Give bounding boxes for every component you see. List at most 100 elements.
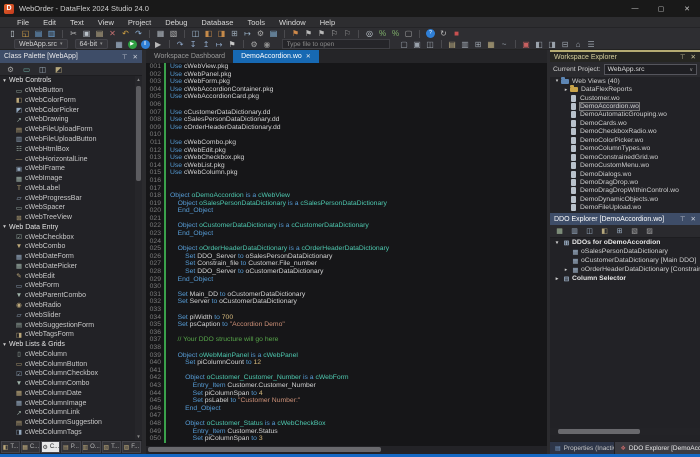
expand-icon[interactable]: ▸ bbox=[562, 87, 570, 93]
code-line[interactable]: 045 Set psLabel to "Customer Number:" bbox=[146, 397, 547, 405]
line-number[interactable]: 041 bbox=[146, 367, 164, 375]
code-line[interactable]: 009Use cOrderHeaderDataDictionary.dd bbox=[146, 124, 547, 132]
component-icon[interactable]: ▦ bbox=[487, 40, 496, 49]
line-number[interactable]: 015 bbox=[146, 169, 164, 177]
code-line[interactable]: 040 Set piColumnCount to 12 bbox=[146, 359, 547, 367]
scroll-down-icon[interactable]: ▼ bbox=[135, 433, 142, 440]
save-icon[interactable]: ▤ bbox=[34, 29, 43, 38]
editor-tab[interactable]: DemoAccordion.wo✕ bbox=[233, 50, 319, 63]
pin-icon[interactable]: ⊤ bbox=[122, 53, 128, 61]
palette-windows-icon[interactable]: ◫ bbox=[38, 65, 47, 74]
editor-tab[interactable]: Workspace Dashboard bbox=[146, 50, 233, 63]
palette-class-item[interactable]: ▤cWebColumnSuggestion bbox=[0, 418, 135, 428]
dictionary-icon[interactable]: ⊞ bbox=[474, 40, 483, 49]
line-number[interactable]: 006 bbox=[146, 101, 164, 109]
code-line[interactable]: 043 Entry_Item Customer.Customer_Number bbox=[146, 382, 547, 390]
left-dock-tab[interactable]: ◧T... bbox=[1, 441, 20, 453]
expand-icon[interactable]: ▾ bbox=[0, 78, 9, 84]
line-number[interactable]: 029 bbox=[146, 276, 164, 284]
code-line[interactable]: 001Use cWebView.pkg bbox=[146, 63, 547, 71]
line-number[interactable]: 035 bbox=[146, 321, 164, 329]
step-into-icon[interactable]: ↧ bbox=[189, 40, 198, 49]
line-number[interactable]: 045 bbox=[146, 397, 164, 405]
line-number[interactable]: 036 bbox=[146, 329, 164, 337]
line-number[interactable]: 031 bbox=[146, 291, 164, 299]
workspace-tree-item[interactable]: DemoConstrainedGrid.wo bbox=[550, 153, 700, 161]
close-icon[interactable]: ✕ bbox=[133, 53, 138, 61]
workspace-tree-item[interactable]: DemoDialogs.wo bbox=[550, 170, 700, 178]
ddo-grid-icon[interactable]: ◫ bbox=[585, 227, 594, 236]
code-editor[interactable]: Workspace DashboardDemoAccordion.wo✕ 001… bbox=[146, 50, 547, 454]
line-number[interactable]: 005 bbox=[146, 93, 164, 101]
palette-class-item[interactable]: ▦cWebDatePicker bbox=[0, 262, 135, 272]
maximize-button[interactable]: ▢ bbox=[648, 0, 674, 17]
palette-class-item[interactable]: ◩cWebColorPicker bbox=[0, 105, 135, 115]
redo-icon[interactable]: ↷ bbox=[134, 29, 143, 38]
delete-icon[interactable]: ✕ bbox=[108, 29, 117, 38]
run-icon[interactable]: ▶ bbox=[128, 40, 137, 49]
code-line[interactable]: 005Use cWebAccordionCard.pkg bbox=[146, 93, 547, 101]
breakpoint-panel-icon[interactable]: ▣ bbox=[522, 40, 531, 49]
close-icon[interactable]: ✕ bbox=[691, 53, 696, 61]
compile-icon[interactable]: ▦ bbox=[115, 40, 124, 49]
expand-icon[interactable]: ▾ bbox=[0, 342, 9, 348]
code-line[interactable]: 031 Set Main_DD to oCustomerDataDictiona… bbox=[146, 291, 547, 299]
menu-database[interactable]: Database bbox=[194, 17, 240, 28]
code-line[interactable]: 018Object oDemoAccordion is a cWebView bbox=[146, 192, 547, 200]
paste-icon[interactable]: ▤ bbox=[95, 29, 104, 38]
palette-class-item[interactable]: ▦cWebImage bbox=[0, 174, 135, 184]
line-number[interactable]: 017 bbox=[146, 185, 164, 193]
line-number[interactable]: 011 bbox=[146, 139, 164, 147]
right-dock-tab[interactable]: ❖DDO Explorer [DemoAccordi bbox=[615, 442, 700, 454]
ddo-columns-icon[interactable]: ◧ bbox=[600, 227, 609, 236]
line-number[interactable]: 037 bbox=[146, 336, 164, 344]
palette-class-item[interactable]: ◨cWebTagsForm bbox=[0, 330, 135, 340]
new-file-icon[interactable]: ▯ bbox=[8, 29, 17, 38]
line-number[interactable]: 020 bbox=[146, 207, 164, 215]
palette-class-item[interactable]: ↗cWebColumnLink bbox=[0, 408, 135, 418]
workspace-tree-item[interactable]: DemoColorPicker.wo bbox=[550, 136, 700, 144]
left-dock-tab[interactable]: ▤P... bbox=[61, 441, 80, 453]
menu-window[interactable]: Window bbox=[272, 17, 313, 28]
left-dock-tab[interactable]: ▧T... bbox=[102, 441, 121, 453]
palette-class-item[interactable]: ◨cWebColumnTags bbox=[0, 428, 135, 438]
palette-section[interactable]: ▾Web Data Entry bbox=[0, 222, 135, 232]
line-number[interactable]: 024 bbox=[146, 238, 164, 246]
code-line[interactable]: 046 End_Object bbox=[146, 405, 547, 413]
palette-class-item[interactable]: ▦cWebColumnDate bbox=[0, 389, 135, 399]
left-dock-tab[interactable]: ⚙C... bbox=[41, 441, 60, 453]
print-icon[interactable]: ▧ bbox=[169, 29, 178, 38]
record-icon[interactable]: ◉ bbox=[263, 40, 272, 49]
help-icon[interactable]: ? bbox=[426, 29, 435, 38]
output-panel-icon[interactable]: ⌂ bbox=[574, 40, 583, 49]
left-dock-tab[interactable]: ▨F... bbox=[122, 441, 141, 453]
workspace-tree-item[interactable]: DemoAccordion.wo bbox=[550, 102, 700, 110]
workspace-tree-item[interactable]: DemoDragDropWithinControl.wo bbox=[550, 187, 700, 195]
ddo-settings-icon[interactable]: ▨ bbox=[645, 227, 654, 236]
scrollbar-thumb[interactable] bbox=[148, 447, 381, 452]
code-line[interactable]: 011Use cWebCombo.pkg bbox=[146, 139, 547, 147]
flag-icon[interactable]: ⚐ bbox=[343, 29, 352, 38]
debug-settings-icon[interactable]: ⚙ bbox=[250, 40, 259, 49]
line-number[interactable]: 013 bbox=[146, 154, 164, 162]
selection-icon[interactable]: ▦ bbox=[156, 29, 165, 38]
breakpoint-icon[interactable]: ⚑ bbox=[228, 40, 237, 49]
line-number[interactable]: 010 bbox=[146, 131, 164, 139]
palette-settings-icon[interactable]: ⚙ bbox=[6, 65, 15, 74]
ddo-horizontal-scrollbar[interactable] bbox=[550, 428, 700, 435]
menu-edit[interactable]: Edit bbox=[36, 17, 63, 28]
arch-dropdown[interactable]: 64-bit ▾ bbox=[75, 39, 108, 49]
line-number[interactable]: 040 bbox=[146, 359, 164, 367]
code-area[interactable]: 001Use cWebView.pkg002Use cWebPanel.pkg0… bbox=[146, 63, 547, 446]
debug-pause-icon[interactable]: ‖ bbox=[141, 40, 150, 49]
code-line[interactable]: 004Use cWebAccordionContainer.pkg bbox=[146, 86, 547, 94]
scrollbar-thumb[interactable] bbox=[136, 86, 141, 181]
palette-class-item[interactable]: ⊞cWebTreeView bbox=[0, 213, 135, 223]
code-line[interactable]: 013Use cWebCheckbox.pkg bbox=[146, 154, 547, 162]
palette-class-item[interactable]: ▣cWebIFrame bbox=[0, 164, 135, 174]
stack-icon[interactable]: ⊟ bbox=[561, 40, 570, 49]
line-number[interactable]: 042 bbox=[146, 374, 164, 382]
menu-view[interactable]: View bbox=[91, 17, 121, 28]
line-number[interactable]: 044 bbox=[146, 390, 164, 398]
line-number[interactable]: 026 bbox=[146, 253, 164, 261]
